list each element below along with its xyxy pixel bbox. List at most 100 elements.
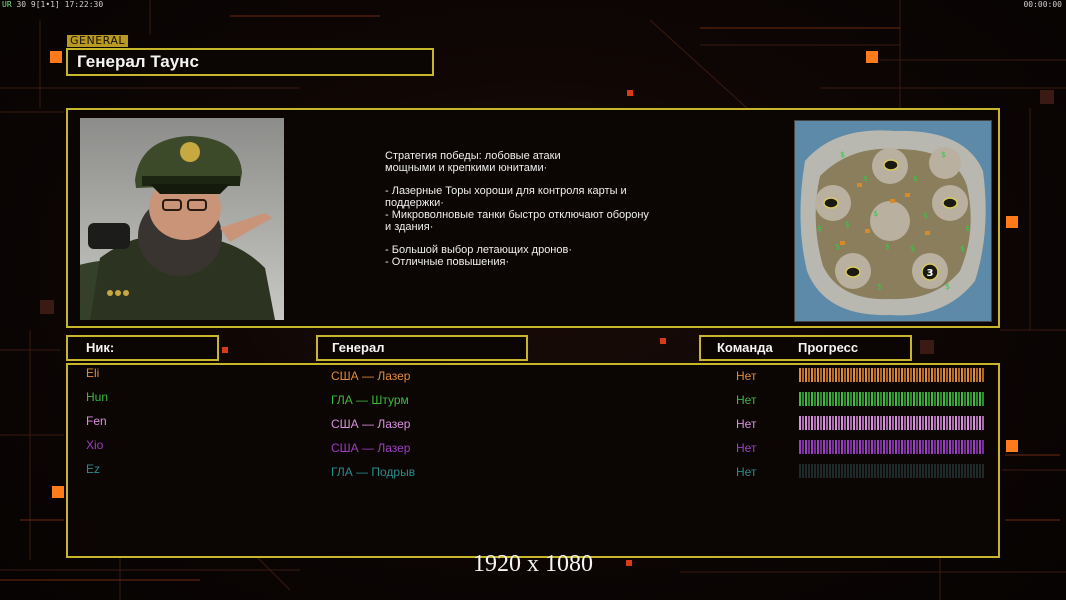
progress-segment — [820, 416, 822, 430]
progress-segment — [853, 464, 855, 478]
general-tag: GENERAL — [67, 35, 129, 47]
progress-segment — [895, 464, 897, 478]
progress-segment — [913, 368, 915, 382]
progress-segment — [937, 368, 939, 382]
progress-segment — [859, 416, 861, 430]
progress-segment — [919, 392, 921, 406]
description-extras: - Большой выбор летающих дронов· - Отлич… — [385, 244, 573, 268]
progress-segment — [922, 464, 924, 478]
progress-segment — [907, 440, 909, 454]
general-description: Стратегия победы: лобовые атаки мощными … — [385, 150, 715, 268]
progress-segment — [829, 440, 831, 454]
progress-segment — [889, 440, 891, 454]
description-units: - Лазерные Торы хороши для контроля карт… — [385, 185, 649, 233]
progress-segment — [883, 464, 885, 478]
progress-segment — [841, 440, 843, 454]
progress-segment — [976, 416, 978, 430]
progress-segment — [850, 464, 852, 478]
resolution-caption: 1920 x 1080 — [473, 551, 593, 577]
progress-segment — [937, 464, 939, 478]
progress-segment — [946, 416, 948, 430]
table-row: Ez ГЛА — Подрыв Нет — [0, 462, 1066, 486]
progress-segment — [886, 440, 888, 454]
progress-segment — [925, 440, 927, 454]
nick-header-label: Ник: — [86, 340, 115, 355]
progress-segment — [907, 392, 909, 406]
svg-text:$: $ — [873, 209, 878, 218]
player-team: Нет — [736, 393, 757, 407]
progress-segment — [811, 368, 813, 382]
progress-segment — [952, 368, 954, 382]
progress-segment — [889, 416, 891, 430]
progress-segment — [817, 416, 819, 430]
progress-segment — [937, 440, 939, 454]
hud-clock-right: 00:00:00 — [1023, 0, 1062, 9]
hud-clock-left: 30 9[1•1] 17:22:30 — [16, 0, 104, 9]
progress-segment — [982, 368, 984, 382]
svg-text:$: $ — [885, 242, 890, 251]
progress-segment — [946, 392, 948, 406]
progress-segment — [973, 368, 975, 382]
progress-segment — [829, 392, 831, 406]
progress-segment — [868, 440, 870, 454]
map-start-marker: 3 — [927, 268, 934, 279]
table-row: Fen США — Лазер Нет — [0, 414, 1066, 438]
progress-segment — [883, 440, 885, 454]
progress-segment — [976, 368, 978, 382]
progress-segment — [835, 392, 837, 406]
progress-segment — [931, 368, 933, 382]
progress-segment — [820, 464, 822, 478]
player-nick: Xio — [86, 438, 104, 452]
progress-segment — [856, 392, 858, 406]
progress-segment — [865, 368, 867, 382]
progress-segment — [961, 392, 963, 406]
progress-segment — [835, 440, 837, 454]
progress-segment — [859, 440, 861, 454]
progress-segment — [958, 440, 960, 454]
player-progress-bar — [799, 368, 984, 382]
table-row: Xio США — Лазер Нет — [0, 438, 1066, 462]
description-strategy: Стратегия победы: лобовые атаки мощными … — [385, 150, 561, 174]
progress-segment — [838, 416, 840, 430]
progress-segment — [826, 392, 828, 406]
progress-segment — [829, 464, 831, 478]
progress-segment — [958, 416, 960, 430]
progress-segment — [898, 368, 900, 382]
progress-segment — [883, 416, 885, 430]
progress-segment — [805, 464, 807, 478]
progress-segment — [934, 440, 936, 454]
progress-segment — [799, 392, 801, 406]
progress-segment — [973, 440, 975, 454]
player-progress-bar — [799, 416, 984, 430]
progress-segment — [892, 392, 894, 406]
progress-segment — [889, 392, 891, 406]
progress-header-label: Прогресс — [798, 340, 859, 355]
progress-segment — [946, 368, 948, 382]
progress-segment — [934, 464, 936, 478]
progress-segment — [901, 464, 903, 478]
progress-segment — [928, 416, 930, 430]
progress-segment — [943, 440, 945, 454]
progress-segment — [889, 464, 891, 478]
progress-segment — [895, 416, 897, 430]
player-team: Нет — [736, 417, 757, 431]
map-preview: $ $ $ $ $ $ $ $ $ $ $ $ $ $ $ 3 — [794, 120, 992, 322]
progress-segment — [844, 464, 846, 478]
progress-segment — [961, 464, 963, 478]
progress-segment — [901, 392, 903, 406]
progress-segment — [913, 392, 915, 406]
progress-segment — [973, 416, 975, 430]
progress-segment — [847, 416, 849, 430]
progress-segment — [862, 464, 864, 478]
progress-segment — [982, 464, 984, 478]
progress-segment — [805, 392, 807, 406]
progress-segment — [853, 392, 855, 406]
progress-segment — [859, 464, 861, 478]
player-team: Нет — [736, 441, 757, 455]
minimap-thumbnail-icon: $ $ $ $ $ $ $ $ $ $ $ $ $ $ $ 3 — [795, 121, 991, 321]
progress-segment — [883, 392, 885, 406]
progress-segment — [895, 440, 897, 454]
progress-segment — [871, 440, 873, 454]
svg-text:$: $ — [923, 211, 928, 220]
progress-segment — [832, 464, 834, 478]
